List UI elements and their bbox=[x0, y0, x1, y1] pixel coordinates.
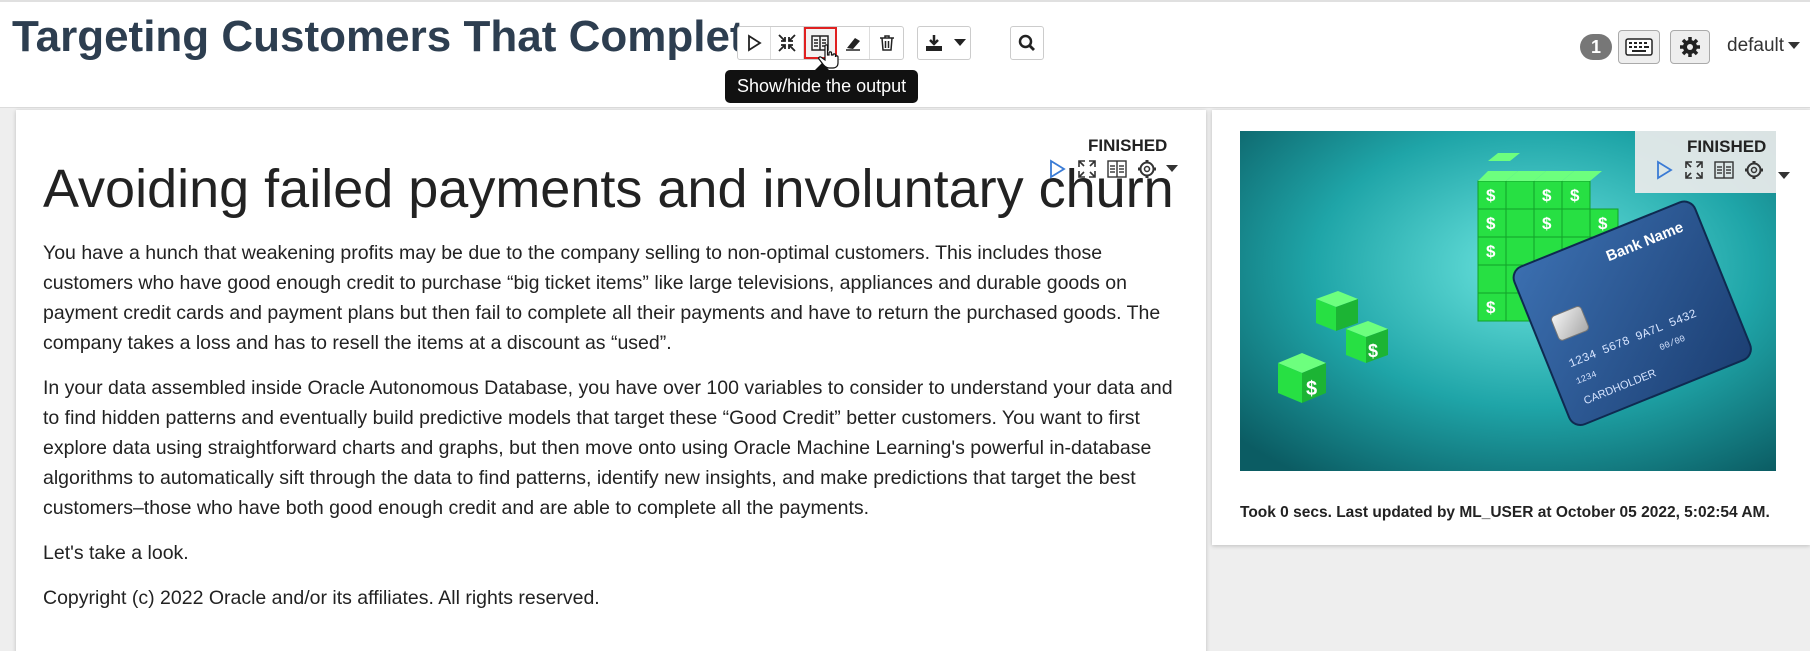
paragraph-controls bbox=[1046, 158, 1178, 180]
book-icon[interactable] bbox=[1106, 158, 1128, 180]
notebook-title: Targeting Customers That Complete bbox=[12, 12, 770, 61]
search-button[interactable] bbox=[1011, 27, 1043, 59]
chevron-down-icon[interactable] bbox=[950, 27, 970, 59]
export-dropdown[interactable] bbox=[917, 26, 971, 60]
body-paragraph: In your data assembled inside Oracle Aut… bbox=[43, 377, 1173, 519]
image-paragraph: $$$ $$$ $$$ $ $ bbox=[1212, 110, 1810, 545]
body-paragraph: Let's take a look. bbox=[43, 542, 189, 564]
svg-text:$: $ bbox=[1486, 298, 1496, 317]
paragraph-toolbar-overlay: FINISHED bbox=[1635, 131, 1776, 193]
keyboard-shortcuts-button[interactable] bbox=[1618, 30, 1660, 64]
notification-badge[interactable]: 1 bbox=[1580, 34, 1612, 60]
svg-text:$: $ bbox=[1486, 186, 1496, 205]
output-toggle-tooltip: Show/hide the output bbox=[725, 63, 919, 103]
delete-button[interactable] bbox=[870, 27, 903, 59]
svg-text:$: $ bbox=[1570, 186, 1580, 205]
hand-pointer-icon bbox=[818, 44, 839, 69]
gear-icon bbox=[1680, 37, 1700, 57]
paragraph-status: FINISHED bbox=[1687, 137, 1767, 156]
paragraph-controls bbox=[1653, 159, 1765, 181]
clear-output-button[interactable] bbox=[837, 27, 870, 59]
compress-icon bbox=[778, 34, 796, 52]
svg-text:$: $ bbox=[1306, 378, 1317, 400]
run-all-button[interactable] bbox=[738, 27, 771, 59]
copyright-text: Copyright (c) 2022 Oracle and/or its aff… bbox=[43, 587, 600, 609]
interpreter-dropdown[interactable]: default bbox=[1727, 35, 1801, 57]
body-paragraph: You have a hunch that weakening profits … bbox=[43, 242, 1161, 354]
download-icon bbox=[926, 35, 943, 51]
gear-icon[interactable] bbox=[1743, 159, 1765, 181]
paragraph-heading: Avoiding failed payments and involuntary… bbox=[43, 159, 1174, 219]
collapse-all-button[interactable] bbox=[771, 27, 804, 59]
svg-text:$: $ bbox=[1486, 214, 1496, 233]
search-icon bbox=[1018, 34, 1035, 51]
run-paragraph-icon[interactable] bbox=[1046, 158, 1068, 180]
expand-icon[interactable] bbox=[1076, 158, 1098, 180]
svg-text:$: $ bbox=[1486, 242, 1496, 261]
play-icon bbox=[748, 34, 762, 52]
book-icon[interactable] bbox=[1713, 159, 1735, 181]
settings-button[interactable] bbox=[1670, 30, 1710, 64]
svg-text:$: $ bbox=[1542, 214, 1552, 233]
expand-icon[interactable] bbox=[1683, 159, 1705, 181]
svg-text:$: $ bbox=[1598, 214, 1608, 233]
eraser-icon bbox=[846, 38, 860, 51]
keyboard-icon bbox=[1625, 38, 1653, 56]
search-group bbox=[1010, 26, 1044, 60]
trash-icon bbox=[879, 35, 894, 51]
gear-icon[interactable] bbox=[1136, 158, 1158, 180]
run-paragraph-icon[interactable] bbox=[1653, 159, 1675, 181]
caret-down-icon bbox=[1788, 42, 1801, 49]
export-button[interactable] bbox=[918, 27, 950, 59]
paragraph-footer: Took 0 secs. Last updated by ML_USER at … bbox=[1240, 504, 1770, 521]
interpreter-label: default bbox=[1727, 35, 1785, 56]
caret-down-icon[interactable] bbox=[1778, 172, 1790, 180]
paragraph-status: FINISHED bbox=[1088, 136, 1168, 155]
markdown-paragraph: FINISHED Avoiding failed payments and in… bbox=[16, 110, 1206, 651]
svg-text:$: $ bbox=[1368, 341, 1378, 361]
svg-text:$: $ bbox=[1542, 186, 1552, 205]
paragraph-body: You have a hunch that weakening profits … bbox=[43, 238, 1193, 628]
caret-down-icon[interactable] bbox=[1166, 165, 1178, 173]
